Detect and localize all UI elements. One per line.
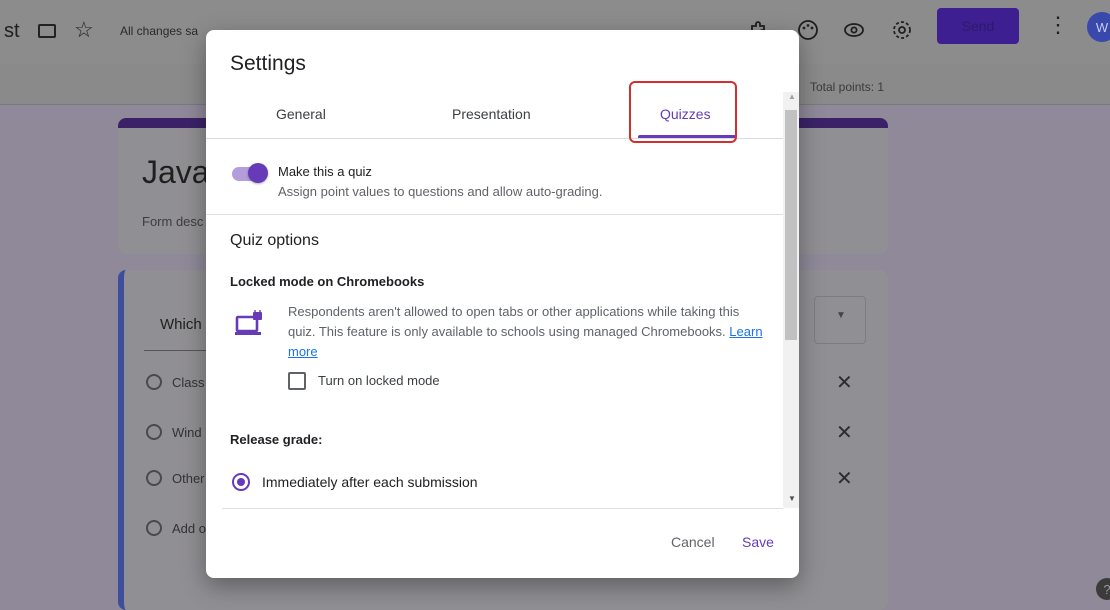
eye-icon[interactable] bbox=[842, 18, 866, 42]
option-label[interactable]: Wind bbox=[172, 425, 202, 440]
form-description[interactable]: Form desc bbox=[142, 214, 203, 229]
locked-mode-text: Respondents aren't allowed to open tabs … bbox=[288, 304, 740, 339]
cancel-button[interactable]: Cancel bbox=[671, 534, 715, 550]
release-grade-radio[interactable] bbox=[232, 473, 250, 491]
option-row: Add o bbox=[146, 520, 206, 536]
release-grade-heading: Release grade: bbox=[230, 432, 323, 447]
option-label[interactable]: Add o bbox=[172, 521, 206, 536]
send-button[interactable]: Send bbox=[937, 8, 1019, 44]
section-divider bbox=[206, 214, 783, 215]
laptop-lock-icon bbox=[235, 310, 262, 335]
settings-dialog: Settings General Presentation Quizzes ▲ … bbox=[206, 30, 799, 578]
close-icon[interactable]: ✕ bbox=[836, 370, 853, 395]
scrollbar-thumb[interactable] bbox=[785, 110, 797, 340]
make-quiz-toggle[interactable] bbox=[230, 162, 270, 184]
option-label[interactable]: Other bbox=[172, 471, 205, 486]
chevron-down-icon: ▼ bbox=[836, 310, 846, 321]
tab-presentation[interactable]: Presentation bbox=[452, 106, 531, 122]
help-icon[interactable]: ? bbox=[1096, 578, 1110, 600]
option-row: Wind bbox=[146, 424, 202, 440]
toggle-knob bbox=[248, 163, 268, 183]
make-quiz-label: Make this a quiz bbox=[278, 164, 372, 179]
gear-icon[interactable] bbox=[890, 18, 914, 42]
save-button[interactable]: Save bbox=[742, 534, 774, 550]
radio-icon bbox=[146, 520, 162, 536]
option-row: Other bbox=[146, 470, 205, 486]
quiz-options-heading: Quiz options bbox=[230, 232, 319, 249]
more-vert-icon[interactable]: ⋮ bbox=[1047, 14, 1069, 36]
locked-mode-checkbox[interactable] bbox=[288, 372, 306, 390]
scroll-up-icon[interactable]: ▲ bbox=[788, 92, 796, 101]
scroll-down-icon[interactable]: ▼ bbox=[788, 494, 796, 503]
avatar[interactable]: W bbox=[1087, 12, 1110, 42]
close-icon[interactable]: ✕ bbox=[836, 420, 853, 445]
save-status: All changes sa bbox=[120, 24, 199, 38]
document-title[interactable]: st bbox=[4, 20, 20, 43]
locked-mode-heading: Locked mode on Chromebooks bbox=[230, 274, 425, 289]
palette-icon[interactable] bbox=[796, 18, 820, 42]
option-row: Class bbox=[146, 374, 205, 390]
locked-mode-description: Respondents aren't allowed to open tabs … bbox=[288, 302, 768, 362]
total-points: Total points: 1 bbox=[810, 80, 885, 94]
locked-mode-checkbox-label[interactable]: Turn on locked mode bbox=[318, 373, 440, 388]
make-quiz-description: Assign point values to questions and all… bbox=[278, 184, 603, 199]
tab-general[interactable]: General bbox=[276, 106, 326, 122]
close-icon[interactable]: ✕ bbox=[836, 466, 853, 491]
star-icon[interactable]: ☆ bbox=[74, 17, 94, 43]
quizzes-tab-highlight bbox=[629, 81, 737, 143]
release-grade-option-label[interactable]: Immediately after each submission bbox=[262, 474, 478, 490]
form-title[interactable]: Java bbox=[142, 154, 210, 191]
option-label[interactable]: Class bbox=[172, 375, 205, 390]
radio-icon bbox=[146, 424, 162, 440]
radio-selected-dot bbox=[237, 478, 245, 486]
dialog-title: Settings bbox=[230, 52, 306, 75]
footer-divider bbox=[222, 508, 783, 509]
folder-icon[interactable] bbox=[38, 24, 56, 38]
question-underline bbox=[144, 350, 214, 351]
radio-icon bbox=[146, 374, 162, 390]
question-text[interactable]: Which bbox=[160, 316, 202, 333]
radio-icon bbox=[146, 470, 162, 486]
